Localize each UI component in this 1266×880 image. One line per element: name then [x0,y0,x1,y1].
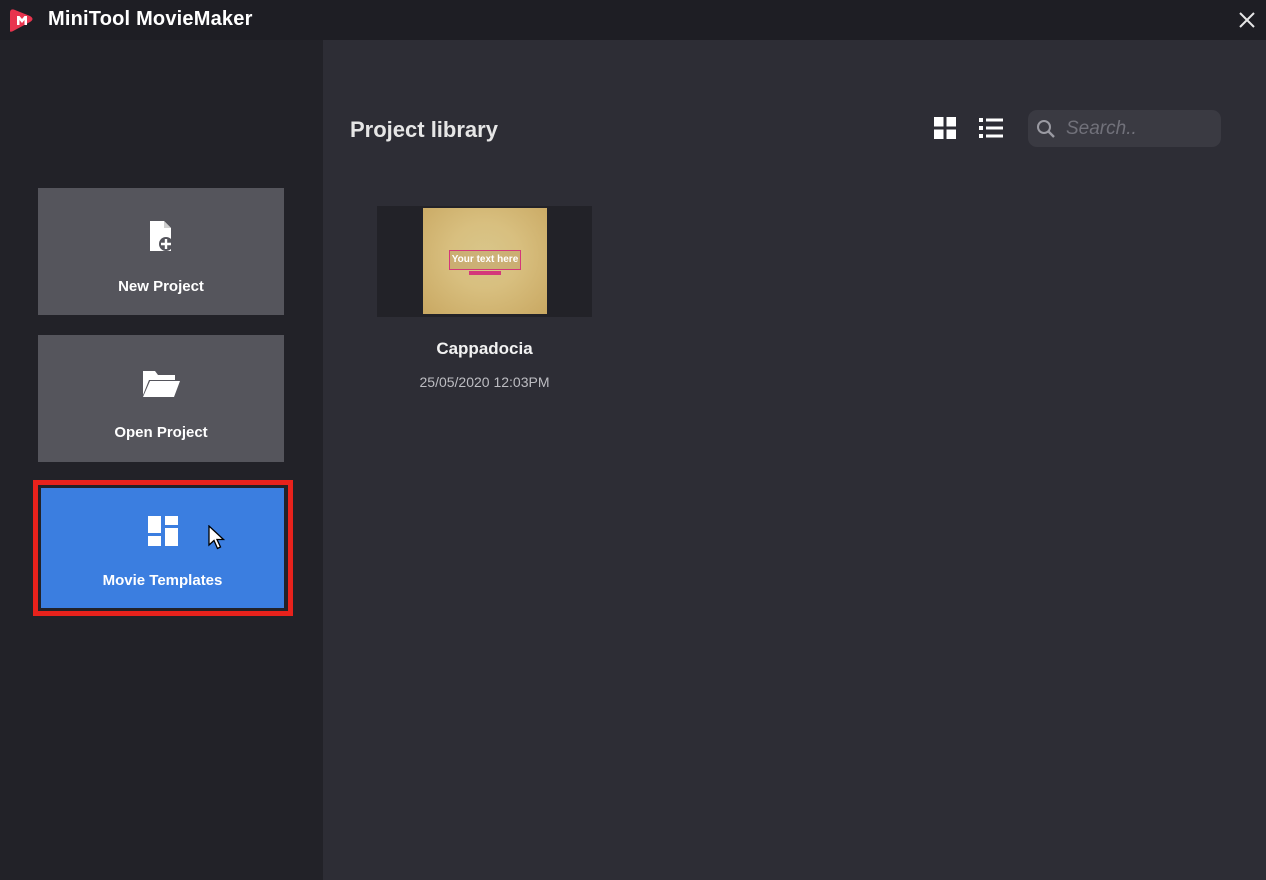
open-project-button[interactable]: Open Project [38,335,284,462]
open-project-label: Open Project [114,424,208,441]
project-date: 25/05/2020 12:03PM [419,374,550,390]
search-input[interactable] [1066,117,1206,140]
close-icon [1239,12,1255,28]
project-card[interactable]: Your text here Cappadocia 25/05/2020 12:… [377,206,592,390]
list-view-icon [979,118,1003,138]
minitool-logo-icon [10,9,33,32]
title-bar: MiniTool MovieMaker [0,0,1266,40]
thumbnail-text: Your text here [449,250,521,270]
folder-icon [143,371,180,397]
templates-icon [147,516,178,546]
mouse-cursor-icon [208,525,226,550]
project-name: Cappadocia [436,339,533,358]
search-box[interactable] [1028,110,1221,147]
new-project-button[interactable]: New Project [38,188,284,315]
movie-templates-button[interactable]: Movie Templates [41,488,284,608]
new-project-label: New Project [118,278,204,295]
app-title: MiniTool MovieMaker [48,8,253,30]
list-view-button[interactable] [978,116,1004,140]
close-button[interactable] [1232,5,1262,35]
sidebar: New Project Open Project Movie Templates [0,40,323,880]
project-thumbnail: Your text here [423,208,547,314]
grid-view-button[interactable] [933,116,957,140]
grid-view-icon [934,117,956,139]
thumbnail-subtitle-bar [469,271,501,275]
movie-templates-label: Movie Templates [102,572,223,589]
search-icon [1037,119,1055,138]
new-file-icon [150,221,173,251]
page-title: Project library [350,117,498,142]
project-library-panel: Project library Your text here [323,40,1266,880]
project-thumbnail-frame: Your text here [377,206,592,317]
